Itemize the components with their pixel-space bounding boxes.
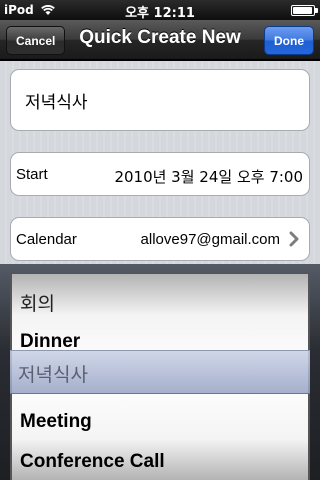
done-button[interactable]: Done xyxy=(264,26,314,55)
title-picker: 회의 Dinner Meeting Conference Call 저녁식사 xyxy=(0,264,320,480)
picker-row[interactable]: Meeting xyxy=(12,402,308,442)
picker-selection-bar[interactable]: 저녁식사 xyxy=(10,350,310,394)
event-title-value: 저녁식사 xyxy=(25,93,88,113)
battery-fill xyxy=(293,7,312,14)
status-time: 오후 12:11 xyxy=(125,6,195,21)
navigation-bar: Cancel Quick Create New Done xyxy=(0,20,320,60)
calendar-label: Calendar xyxy=(16,231,77,248)
event-title-field[interactable]: 저녁식사 xyxy=(10,69,310,131)
battery-icon xyxy=(291,5,318,16)
picker-row[interactable]: 회의 xyxy=(12,282,308,322)
start-row[interactable]: Start 2010년 3월 24일 오후 7:00 xyxy=(10,152,310,196)
start-label: Start xyxy=(16,166,48,183)
calendar-value: allove97@gmail.com xyxy=(140,231,280,248)
picker-row[interactable]: Conference Call xyxy=(12,442,308,480)
status-bar: iPod 오후 12:11 xyxy=(0,0,320,21)
calendar-row[interactable]: Calendar allove97@gmail.com xyxy=(10,217,310,261)
start-value: 2010년 3월 24일 오후 7:00 xyxy=(114,168,303,186)
picker-selected-row: 저녁식사 xyxy=(18,363,88,386)
chevron-right-icon xyxy=(289,231,299,247)
form-area: 저녁식사 Start 2010년 3월 24일 오후 7:00 Calendar… xyxy=(0,61,320,264)
